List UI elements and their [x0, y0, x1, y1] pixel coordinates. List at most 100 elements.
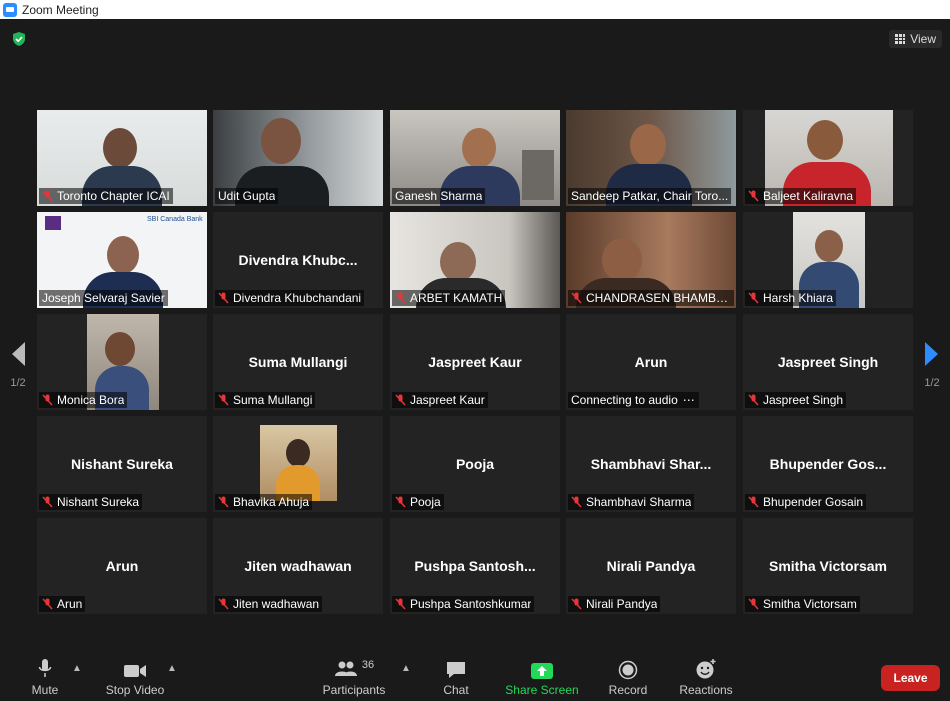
participant-tile[interactable]: Arun Connecting to audio ⋯	[566, 314, 736, 410]
participant-tile[interactable]: SBI Canada Bank Joseph Selvaraj Savier	[37, 212, 207, 308]
participant-tile[interactable]: Suma Mullangi Suma Mullangi	[213, 314, 383, 410]
window-title: Zoom Meeting	[22, 2, 99, 17]
participants-count: 36	[361, 659, 375, 671]
participants-options-caret[interactable]: ▲	[401, 663, 411, 674]
participant-name: Monica Bora	[57, 393, 125, 407]
participant-status: Connecting to audio	[571, 393, 678, 407]
participant-name: Jaspreet Kaur	[410, 393, 485, 407]
participant-name: Joseph Selvaraj Savier	[42, 291, 165, 305]
participant-name: Shambhavi Sharma	[586, 495, 692, 509]
participant-tile[interactable]: Ganesh Sharma	[390, 110, 560, 206]
participant-tile[interactable]: Jaspreet Kaur Jaspreet Kaur	[390, 314, 560, 410]
mic-muted-icon	[748, 190, 759, 202]
participant-name: CHANDRASEN BHAMBH...	[586, 291, 731, 305]
participant-name: Suma Mullangi	[233, 393, 313, 407]
mic-muted-icon	[218, 598, 229, 610]
participant-display-name: Divendra Khubc...	[238, 252, 358, 268]
participant-display-name: Nirali Pandya	[606, 558, 696, 574]
mic-muted-icon	[395, 496, 406, 508]
meeting-stage: View 1/2 1/2 Toronto Chapter ICAI Udit G…	[0, 19, 950, 651]
record-button[interactable]: Record	[606, 651, 650, 701]
mic-muted-icon	[748, 496, 759, 508]
stop-video-button[interactable]: Stop Video	[100, 651, 170, 701]
page-indicator-left: 1/2	[10, 377, 26, 389]
participant-tile[interactable]: Monica Bora	[37, 314, 207, 410]
shield-icon[interactable]	[11, 31, 27, 47]
share-screen-button[interactable]: Share Screen	[505, 651, 579, 701]
participant-display-name: Shambhavi Shar...	[590, 456, 712, 472]
mic-muted-icon	[571, 598, 582, 610]
mic-muted-icon	[571, 292, 582, 304]
mic-muted-icon	[748, 292, 759, 304]
participant-display-name: Jaspreet Kaur	[428, 354, 522, 370]
participants-icon	[334, 661, 357, 676]
reactions-icon	[696, 659, 716, 679]
chat-button[interactable]: Chat	[436, 651, 476, 701]
participant-tile[interactable]: Jiten wadhawan Jiten wadhawan	[213, 518, 383, 614]
participant-name: Jiten wadhawan	[233, 597, 320, 611]
previous-page-button[interactable]: 1/2	[0, 317, 36, 413]
participant-name: Pooja	[410, 495, 441, 509]
next-page-button[interactable]: 1/2	[914, 317, 950, 413]
participant-display-name: Nishant Sureka	[71, 456, 173, 472]
participant-display-name: Jiten wadhawan	[244, 558, 352, 574]
leave-button[interactable]: Leave	[881, 665, 940, 691]
mute-button[interactable]: Mute	[24, 651, 66, 701]
participant-tile[interactable]: Nishant Sureka Nishant Sureka	[37, 416, 207, 512]
participant-name: Pushpa Santoshkumar	[410, 597, 532, 611]
participant-name: Smitha Victorsam	[763, 597, 857, 611]
mic-muted-icon	[748, 598, 759, 610]
reactions-button[interactable]: Reactions	[678, 651, 734, 701]
participants-label: Participants	[322, 683, 386, 697]
participant-tile[interactable]: Pooja Pooja	[390, 416, 560, 512]
participant-tile[interactable]: Jaspreet Singh Jaspreet Singh	[743, 314, 913, 410]
participant-name: Arun	[57, 597, 83, 611]
window-titlebar: Zoom Meeting	[0, 0, 950, 19]
participant-tile[interactable]: Bhavika Ahuja	[213, 416, 383, 512]
participant-display-name: Pooja	[455, 456, 495, 472]
meeting-toolbar: Mute ▲ Stop Video ▲ 36 Participants ▲ Ch…	[0, 651, 950, 701]
participant-display-name: Arun	[105, 558, 139, 574]
mic-muted-icon	[42, 598, 53, 610]
participant-display-name: Smitha Victorsam	[768, 558, 887, 574]
participant-tile[interactable]: Smitha Victorsam Smitha Victorsam	[743, 518, 913, 614]
participants-button[interactable]: 36 Participants	[320, 651, 388, 701]
mic-muted-icon	[748, 394, 759, 406]
participant-tile[interactable]: Bhupender Gos... Bhupender Gosain	[743, 416, 913, 512]
participant-tile[interactable]: CHANDRASEN BHAMBH...	[566, 212, 736, 308]
mute-label: Mute	[31, 683, 59, 697]
participant-name: Baljeet Kaliravna	[763, 189, 854, 203]
participant-tile[interactable]: Pushpa Santosh... Pushpa Santoshkumar	[390, 518, 560, 614]
participant-tile[interactable]: Nirali Pandya Nirali Pandya	[566, 518, 736, 614]
video-options-caret[interactable]: ▲	[167, 663, 177, 674]
participant-display-name: Arun	[634, 354, 668, 370]
view-button[interactable]: View	[889, 30, 942, 48]
participant-name: Sandeep Patkar, Chair Toro...	[571, 189, 729, 203]
participant-tile[interactable]: Arun Arun	[37, 518, 207, 614]
connecting-dots-icon: ⋯	[682, 393, 696, 407]
mic-muted-icon	[218, 496, 229, 508]
participant-tile[interactable]: Baljeet Kaliravna	[743, 110, 913, 206]
chat-label: Chat	[443, 683, 469, 697]
participant-tile[interactable]: Shambhavi Shar... Shambhavi Sharma	[566, 416, 736, 512]
arrow-left-icon	[12, 342, 25, 366]
participant-name: Bhavika Ahuja	[233, 495, 310, 509]
participant-display-name: Suma Mullangi	[248, 354, 348, 370]
participant-name: Nishant Sureka	[57, 495, 140, 509]
mic-muted-icon	[218, 394, 229, 406]
participant-name: ARBET KAMATH	[410, 291, 503, 305]
participant-name: Ganesh Sharma	[395, 189, 483, 203]
mic-muted-icon	[395, 598, 406, 610]
participant-tile-active-speaker[interactable]: Sandeep Patkar, Chair Toro...	[566, 110, 736, 206]
audio-options-caret[interactable]: ▲	[72, 663, 82, 674]
participant-name: Divendra Khubchandani	[233, 291, 362, 305]
participant-tile[interactable]: Udit Gupta	[213, 110, 383, 206]
participant-tile[interactable]: Toronto Chapter ICAI	[37, 110, 207, 206]
microphone-icon	[38, 659, 52, 677]
participant-tile[interactable]: Harsh Khiara	[743, 212, 913, 308]
mic-muted-icon	[42, 496, 53, 508]
participant-name: Jaspreet Singh	[763, 393, 844, 407]
participant-tile[interactable]: Divendra Khubc... Divendra Khubchandani	[213, 212, 383, 308]
participant-tile[interactable]: ARBET KAMATH	[390, 212, 560, 308]
record-icon	[618, 660, 638, 680]
